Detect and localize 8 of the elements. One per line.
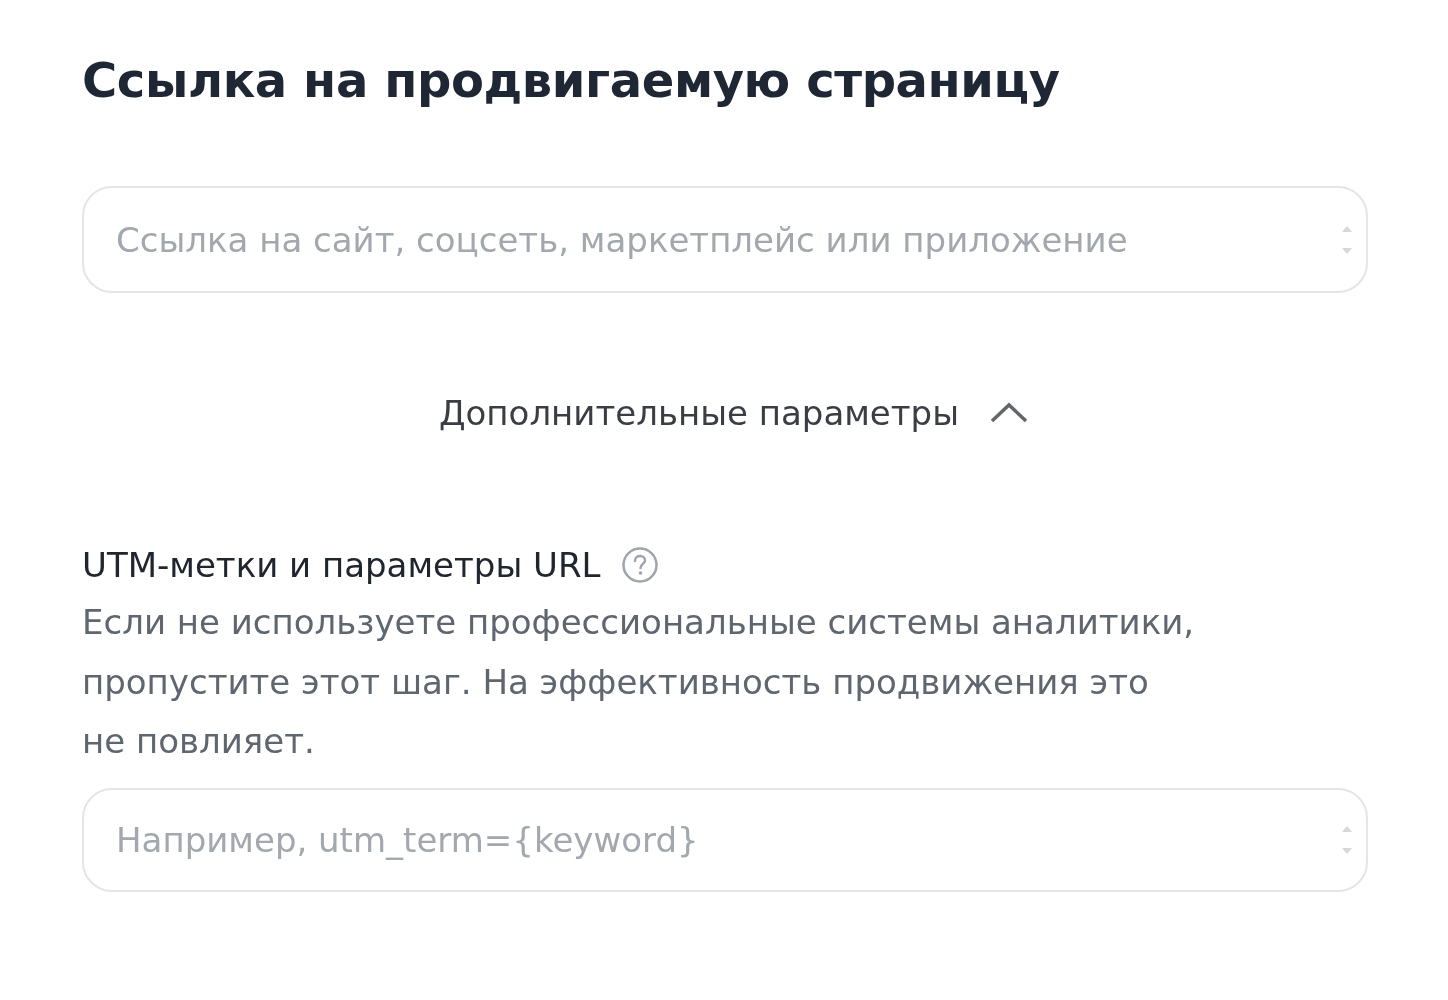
url-input-field[interactable]: Ссылка на сайт, соцсеть, маркетплейс или приложение <box>82 186 1368 293</box>
utm-description: Если не используете профессиональные системы аналитики, пропустите этот шаг. На эффективность продвижения это не повлияет. <box>82 601 1196 763</box>
advanced-params-toggle[interactable]: Дополнительные параметры <box>439 393 1029 433</box>
chevron-icon <box>989 402 1029 424</box>
utm-input-field[interactable]: Например, utm_term={keyword} <box>82 787 1368 892</box>
help-icon[interactable] <box>620 546 659 584</box>
section-heading: Ссылка на продвигаемую страницу <box>82 51 1060 110</box>
utm-label: UTM-метки и параметры URL <box>82 544 601 587</box>
